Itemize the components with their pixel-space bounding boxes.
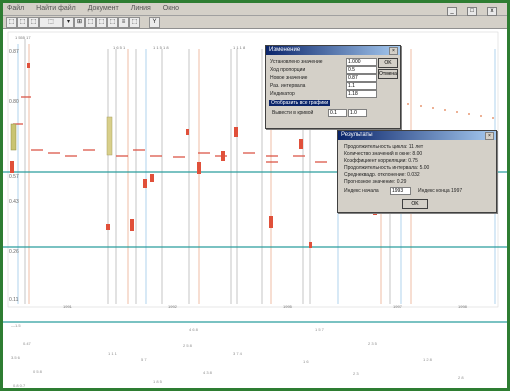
end-index-label: Индекс конца 1997 [418,188,463,194]
ok-button[interactable]: OK [378,58,398,68]
result-line: Прогнозное значение: 0.29 [344,179,407,185]
y-label: 0.11 [9,297,19,303]
svg-text:2 3: 2 3 [353,371,359,376]
y-label: 0.26 [9,249,19,255]
svg-text:1 5 7: 1 5 7 [315,327,325,332]
toolbar: ⬚ ⬚ ⬚ ⬚ ▾ ⊞ ⬚ ⬚ ⬚ ≡ ⬚ Y [3,16,507,29]
menu-bar: Файл Найти файл Документ Линия Окно _ □ … [3,3,507,16]
toolbar-open-icon[interactable]: ⬚ [17,17,28,28]
svg-text:1 1 1 8: 1 1 1 8 [233,45,246,50]
svg-text:1991: 1991 [63,304,73,309]
svg-text:1 1 5 1 8: 1 1 5 1 8 [153,45,169,50]
change-dialog: Изменение × Установлено значение 1.000 Х… [265,45,401,129]
svg-text:3.5 6: 3.5 6 [11,355,21,360]
svg-text:1 1 1: 1 1 1 [108,351,118,356]
results-dialog-title: Результаты × [338,131,496,140]
menu-search[interactable]: Найти файл [36,5,76,12]
dialog1-row-label: Новое значение [270,75,308,81]
maximize-button[interactable]: □ [467,7,478,16]
toolbar-list-icon[interactable]: ≡ [118,17,129,28]
svg-text:1 6 5 1: 1 6 5 1 [113,45,126,50]
menu-line[interactable]: Линия [131,5,151,12]
show-all-option[interactable]: Отобразить все графики [269,100,331,106]
svg-text:4 6 8: 4 6 8 [189,327,199,332]
curve-field-2[interactable]: 1.0 [348,109,367,117]
dialog1-field[interactable]: 0.5 [346,66,377,74]
dialog1-row-label: Индикатор [270,91,295,97]
change-dialog-title: Изменение × [266,46,400,55]
toolbar-dropdown-icon[interactable]: ▾ [63,17,74,28]
y-label: 0.57 [9,174,19,180]
svg-text:5 7: 5 7 [141,357,147,362]
dialog1-row-label: Ход пропорции [270,67,306,73]
svg-text:2 5 8: 2 5 8 [183,343,193,348]
dialog1-field[interactable]: 1.1 [346,82,377,90]
toolbar-new-icon[interactable]: ⬚ [6,17,17,28]
svg-text:1 555 17: 1 555 17 [15,35,31,40]
start-index-field[interactable]: 1993 [390,187,411,195]
close-icon[interactable]: × [485,132,494,140]
dialog1-field[interactable]: 1.000 [346,58,377,66]
y-label: 0.80 [9,99,19,105]
minimize-button[interactable]: _ [447,7,458,16]
svg-text:0.47: 0.47 [23,341,32,346]
window-controls: _ □ x [445,5,503,16]
svg-text:2 8: 2 8 [458,375,464,380]
menu-file[interactable]: Файл [7,5,24,12]
toolbar-print-icon[interactable]: ⬚ [129,17,140,28]
svg-text:3 7 4: 3 7 4 [233,351,243,356]
dialog1-field[interactable]: 0.87 [346,74,377,82]
close-icon[interactable]: × [389,47,398,55]
chart-area[interactable]: 1 555 17 1 6 5 1 1 1 5 1 8 1 1 1 8 1 9 1… [3,29,507,388]
curve-output-label: Вывести в кривой [272,110,314,116]
toolbar-save-icon[interactable]: ⬚ [28,17,39,28]
start-index-label: Индекс начала [344,188,379,194]
svg-text:1998: 1998 [458,304,468,309]
result-line: Продолжительность цикла: 11 лет [344,144,424,150]
lower-scatter-labels: —1.5 4 6 8 1 5 7 0.47 2 5 8 2 3 5 1 1 1 … [11,323,464,388]
toolbar-filter-icon[interactable]: Y [149,17,160,28]
svg-text:1995: 1995 [283,304,293,309]
result-line: Количество значений в окне: 8.00 [344,151,423,157]
result-line: Продолжительность интервала: 5.00 [344,165,430,171]
toolbar-chart-icon[interactable]: ⬚ [85,17,96,28]
olive-bar-2 [10,123,17,151]
svg-text:2 3 5: 2 3 5 [368,341,378,346]
change-dialog-title-text: Изменение [269,47,301,53]
results-dialog: Результаты × Продолжительность цикла: 11… [337,130,497,213]
dialog1-row-label: Раз. интервала [270,83,306,89]
svg-text:0.8 0.7: 0.8 0.7 [13,383,26,388]
toolbar-line-icon[interactable]: ⬚ [96,17,107,28]
svg-text:1997: 1997 [393,304,403,309]
svg-text:1 8 5: 1 8 5 [153,379,163,384]
result-line: Среднеквадр. отклонение: 0.032 [344,172,420,178]
cancel-button[interactable]: Отмена [378,69,398,79]
app-window: Файл Найти файл Документ Линия Окно _ □ … [3,3,507,388]
svg-text:1 6: 1 6 [303,359,309,364]
curve-field-1[interactable]: 0.1 [328,109,347,117]
dialog1-row-label: Установлено значение [270,59,323,65]
svg-text:1992: 1992 [168,304,178,309]
svg-text:0 5 8: 0 5 8 [33,369,43,374]
toolbar-bar-icon[interactable]: ⬚ [107,17,118,28]
menu-window[interactable]: Окно [163,5,179,12]
results-ok-button[interactable]: OK [402,199,428,209]
dialog1-field[interactable]: 1.18 [346,90,377,98]
menu-document[interactable]: Документ [88,5,119,12]
toolbar-zoom-select[interactable]: ⬚ [39,17,63,28]
toolbar-grid-icon[interactable]: ⊞ [74,17,85,28]
svg-text:1 2 8: 1 2 8 [423,357,433,362]
svg-text:—1.5: —1.5 [11,323,21,328]
olive-bar-1 [106,116,113,156]
y-label: 0.43 [9,199,19,205]
close-button[interactable]: x [487,7,497,16]
results-dialog-title-text: Результаты [341,132,373,138]
y-label: 0.87 [9,49,19,55]
dotted-trend [407,103,494,119]
bottom-labels: 1991 1992 1995 1997 1998 [63,304,468,309]
result-line: Коэффициент корреляции: 0.75 [344,158,418,164]
svg-text:4 3 8: 4 3 8 [203,370,213,375]
